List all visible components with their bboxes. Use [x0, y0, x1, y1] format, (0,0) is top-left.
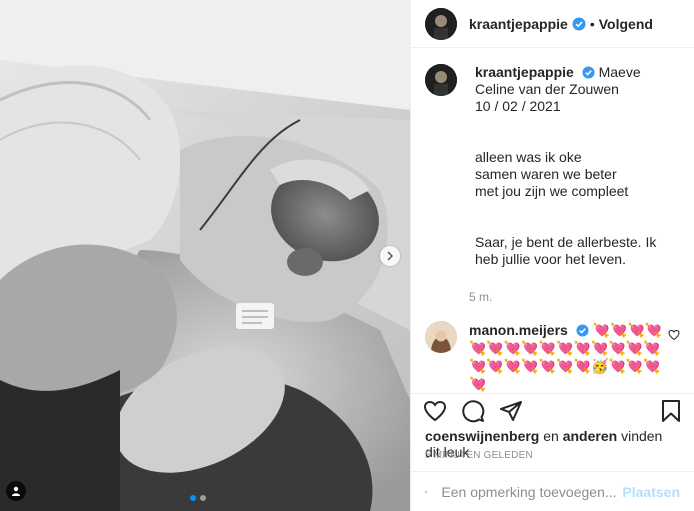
- comment-avatar[interactable]: [425, 321, 457, 354]
- chevron-right-icon: [387, 251, 394, 261]
- comments-section: kraantjepappie Maeve Celine van der Zouw…: [411, 48, 694, 393]
- likes-and: en: [543, 427, 559, 444]
- like-comment-heart-icon[interactable]: [668, 329, 680, 341]
- user-tag-icon: [12, 486, 20, 496]
- post-side-panel: kraantjepappie • Volgend kraantjepappie: [410, 0, 694, 511]
- post-timestamp[interactable]: 5 MINUTEN GELEDEN: [411, 450, 694, 465]
- instagram-post-modal: kraantjepappie • Volgend kraantjepappie: [0, 0, 694, 511]
- next-photo-button[interactable]: [380, 246, 400, 266]
- carousel-dot-2: [200, 495, 206, 501]
- comment-text: manon.meijers 💘💘💘💘💘💘💘💘💘💘💘💘💘💘💘💘💘💘💘💘💘💘🥳💘💘💘…: [469, 321, 674, 393]
- avatar-image: [425, 7, 457, 40]
- caption-date: 10 / 02 / 2021: [475, 98, 561, 115]
- comment-input[interactable]: [441, 483, 623, 500]
- caption-time[interactable]: 5 m.: [469, 290, 680, 304]
- caption-username[interactable]: kraantjepappie: [475, 64, 574, 80]
- emoji-icon[interactable]: [425, 480, 428, 504]
- poem-line: met jou zijn we compleet: [475, 183, 629, 200]
- caption: kraantjepappie Maeve Celine van der Zouw…: [425, 64, 680, 268]
- comment: manon.meijers 💘💘💘💘💘💘💘💘💘💘💘💘💘💘💘💘💘💘💘💘💘💘🥳💘💘💘…: [425, 321, 680, 393]
- photo-image: [0, 0, 410, 511]
- comment-username[interactable]: manon.meijers: [469, 322, 568, 338]
- header-username[interactable]: kraantjepappie: [469, 16, 568, 32]
- likes-others[interactable]: anderen: [563, 428, 617, 444]
- share-icon[interactable]: [499, 399, 523, 423]
- likes-user[interactable]: coenswijnenberg: [425, 428, 539, 444]
- post-photo[interactable]: [0, 0, 410, 511]
- action-bar: [411, 393, 694, 428]
- caption-closing: Saar, je bent de allerbeste. Ik heb jull…: [475, 234, 657, 268]
- poem-line: alleen was ik oke: [475, 149, 582, 166]
- bookmark-icon[interactable]: [660, 399, 682, 423]
- heart-icon[interactable]: [423, 399, 447, 423]
- verified-badge-icon: [572, 17, 586, 31]
- comment-composer: Plaatsen: [411, 471, 694, 511]
- post-comment-button[interactable]: Plaatsen: [622, 484, 680, 500]
- header-separator: •: [589, 15, 595, 32]
- avatar-image: [425, 64, 457, 97]
- poem-line: samen waren we beter: [475, 166, 617, 183]
- caption-avatar[interactable]: [425, 64, 457, 97]
- post-header: kraantjepappie • Volgend: [411, 0, 694, 49]
- comment-icon[interactable]: [461, 399, 485, 423]
- avatar-image: [425, 321, 457, 354]
- verified-badge-icon: [582, 66, 595, 79]
- following-button[interactable]: Volgend: [599, 16, 653, 32]
- carousel-dots: [190, 495, 206, 501]
- user-tag-button[interactable]: [6, 481, 26, 501]
- avatar[interactable]: [425, 7, 457, 40]
- carousel-dot-1: [190, 495, 196, 501]
- caption-text: kraantjepappie Maeve Celine van der Zouw…: [475, 64, 680, 268]
- likes-summary: coenswijnenberg en anderen vinden dit le…: [411, 427, 694, 460]
- verified-badge-icon: [576, 324, 589, 337]
